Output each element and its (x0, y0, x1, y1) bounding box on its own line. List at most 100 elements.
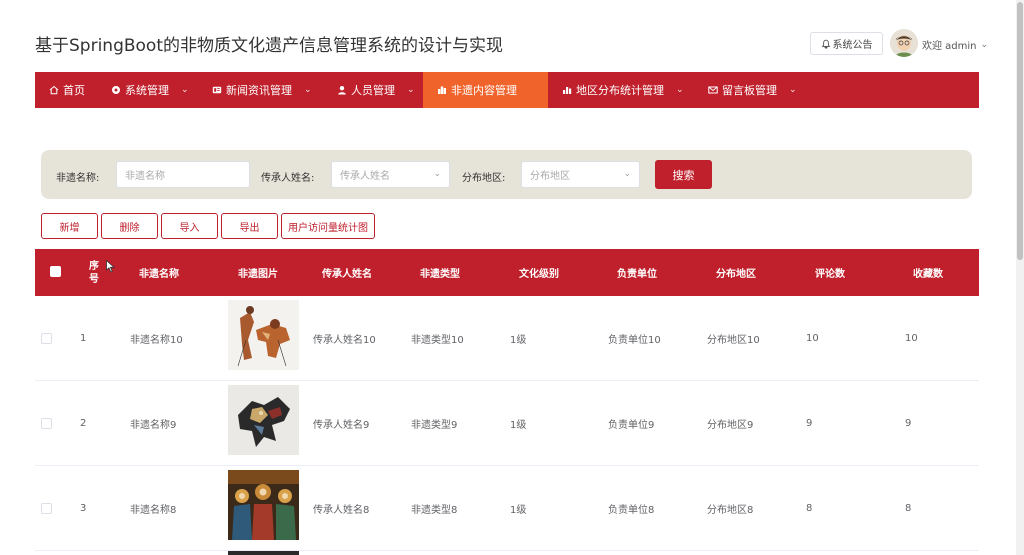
user-menu[interactable]: 欢迎 admin ⌄ (922, 37, 989, 53)
chevron-down-icon: ⌄ (433, 169, 441, 179)
cell-inheritor: 传承人姓名10 (313, 334, 376, 346)
inheritor-name-label: 传承人姓名: (261, 173, 315, 184)
cell-favorites: 9 (905, 417, 912, 429)
row-checkbox[interactable] (41, 333, 52, 344)
region-select[interactable]: 分布地区 ⌄ (521, 161, 640, 188)
chevron-down-icon: ⌄ (407, 85, 415, 95)
nav-item-news[interactable]: 新闻资讯管理 ⌄ (198, 72, 323, 108)
heritage-image-thumbnail[interactable] (228, 300, 299, 370)
heritage-image-thumbnail[interactable] (228, 470, 299, 540)
cell-favorites: 10 (905, 332, 918, 344)
cell-region: 分布地区10 (707, 334, 760, 346)
gear-icon (112, 86, 120, 94)
column-header-name: 非遗名称 (139, 269, 179, 280)
cell-unit: 负责单位10 (608, 334, 661, 346)
select-all-checkbox[interactable] (50, 266, 61, 277)
nav-item-system[interactable]: 系统管理 ⌄ (97, 72, 198, 108)
row-checkbox[interactable] (41, 418, 52, 429)
region-placeholder: 分布地区 (530, 171, 570, 182)
cell-region: 分布地区9 (707, 419, 754, 431)
export-button[interactable]: 导出 (221, 213, 278, 239)
cell-type: 非遗类型9 (411, 419, 458, 431)
delete-button[interactable]: 删除 (101, 213, 158, 239)
cell-name: 非遗名称8 (130, 504, 177, 516)
chevron-down-icon: ⌄ (181, 85, 189, 95)
nav-label: 留言板管理 (722, 84, 777, 97)
add-button[interactable]: 新增 (41, 213, 98, 239)
page-scrollbar-thumb[interactable] (1017, 2, 1023, 260)
chevron-down-icon: ⌄ (789, 85, 797, 95)
cell-level: 1级 (510, 504, 527, 516)
cell-inheritor: 传承人姓名9 (313, 419, 370, 431)
column-header-inheritor: 传承人姓名 (322, 269, 372, 280)
cell-index: 3 (80, 502, 87, 514)
column-header-index: 序号 (89, 260, 99, 285)
chevron-down-icon: ⌄ (304, 85, 312, 95)
inheritor-name-placeholder: 传承人姓名 (340, 171, 390, 182)
cell-level: 1级 (510, 419, 527, 431)
cell-level: 1级 (510, 334, 527, 346)
table-row[interactable]: 3 非遗名称8 传承人姓名8 非遗类型8 1级 负责单位8 分布地区8 8 8 (35, 466, 979, 551)
column-header-comments: 评论数 (815, 269, 845, 280)
cell-unit: 负责单位8 (608, 504, 655, 516)
news-icon (212, 86, 222, 94)
table-row[interactable]: 2 非遗名称9 传承人姓名9 非遗类型9 1级 负责单位9 分布地区9 9 9 (35, 381, 979, 466)
cell-index: 2 (80, 417, 87, 429)
cell-type: 非遗类型10 (411, 334, 464, 346)
column-header-unit: 负责单位 (617, 269, 657, 280)
heritage-name-placeholder: 非遗名称 (125, 171, 165, 182)
cell-comments: 8 (806, 502, 813, 514)
table-header: 序号 非遗名称 非遗图片 传承人姓名 非遗类型 文化级别 负责单位 分布地区 评… (35, 249, 979, 296)
cell-type: 非遗类型8 (411, 504, 458, 516)
inheritor-name-select[interactable]: 传承人姓名 ⌄ (331, 161, 450, 188)
column-header-type: 非遗类型 (420, 269, 460, 280)
system-notice-label: 系统公告 (832, 40, 873, 51)
chevron-down-icon: ⌄ (980, 39, 989, 50)
chart-icon (563, 87, 572, 94)
welcome-text: 欢迎 admin (922, 41, 977, 52)
cell-name: 非遗名称10 (130, 334, 183, 346)
row-checkbox[interactable] (41, 503, 52, 514)
mouse-pointer-icon (106, 260, 115, 273)
bell-icon (821, 39, 830, 49)
column-header-favorites: 收藏数 (913, 269, 943, 280)
chevron-down-icon: ⌄ (676, 85, 684, 95)
cell-name: 非遗名称9 (130, 419, 177, 431)
nav-item-home[interactable]: 首页 (35, 72, 97, 108)
cell-favorites: 8 (905, 502, 912, 514)
column-header-region: 分布地区 (716, 269, 756, 280)
building-icon (438, 86, 446, 94)
nav-item-heritage-content[interactable]: 非遗内容管理 (423, 72, 548, 108)
column-header-image: 非遗图片 (238, 269, 278, 280)
user-icon (338, 86, 346, 95)
search-panel: 非遗名称: 非遗名称 传承人姓名: 传承人姓名 ⌄ 分布地区: 分布地区 ⌄ 搜… (41, 150, 972, 199)
mail-icon (708, 86, 718, 94)
cell-index: 1 (80, 332, 87, 344)
heritage-image-thumbnail[interactable] (228, 385, 299, 455)
nav-label: 非遗内容管理 (451, 84, 517, 97)
main-nav: 首页 系统管理 ⌄ 新闻资讯管理 ⌄ 人员管理 ⌄ 非遗内容管理 地区分布统计管… (35, 72, 979, 108)
nav-label: 系统管理 (125, 84, 169, 97)
search-button[interactable]: 搜索 (655, 160, 712, 189)
home-icon (49, 85, 59, 95)
system-notice-button[interactable]: 系统公告 (810, 32, 883, 55)
nav-item-region-stats[interactable]: 地区分布统计管理 ⌄ (548, 72, 694, 108)
nav-label: 地区分布统计管理 (576, 84, 664, 97)
table-row[interactable]: 1 非遗名称10 传承人姓名10 非遗类型10 1级 负责单位10 分布地区10… (35, 296, 979, 381)
visit-stats-chart-button[interactable]: 用户访问量统计图 (281, 213, 375, 239)
cell-region: 分布地区8 (707, 504, 754, 516)
cell-comments: 9 (806, 417, 813, 429)
cell-inheritor: 传承人姓名8 (313, 504, 370, 516)
chevron-down-icon: ⌄ (623, 169, 631, 179)
nav-label: 新闻资讯管理 (226, 84, 292, 97)
nav-item-personnel[interactable]: 人员管理 ⌄ (323, 72, 423, 108)
region-label: 分布地区: (462, 173, 506, 184)
heritage-name-input[interactable]: 非遗名称 (116, 161, 250, 188)
avatar[interactable] (890, 29, 918, 57)
column-header-level: 文化级别 (519, 269, 559, 280)
page-title: 基于SpringBoot的非物质文化遗产信息管理系统的设计与实现 (35, 36, 503, 56)
cell-comments: 10 (806, 332, 819, 344)
nav-item-guestbook[interactable]: 留言板管理 ⌄ (694, 72, 804, 108)
import-button[interactable]: 导入 (161, 213, 218, 239)
heritage-name-label: 非遗名称: (56, 173, 100, 184)
